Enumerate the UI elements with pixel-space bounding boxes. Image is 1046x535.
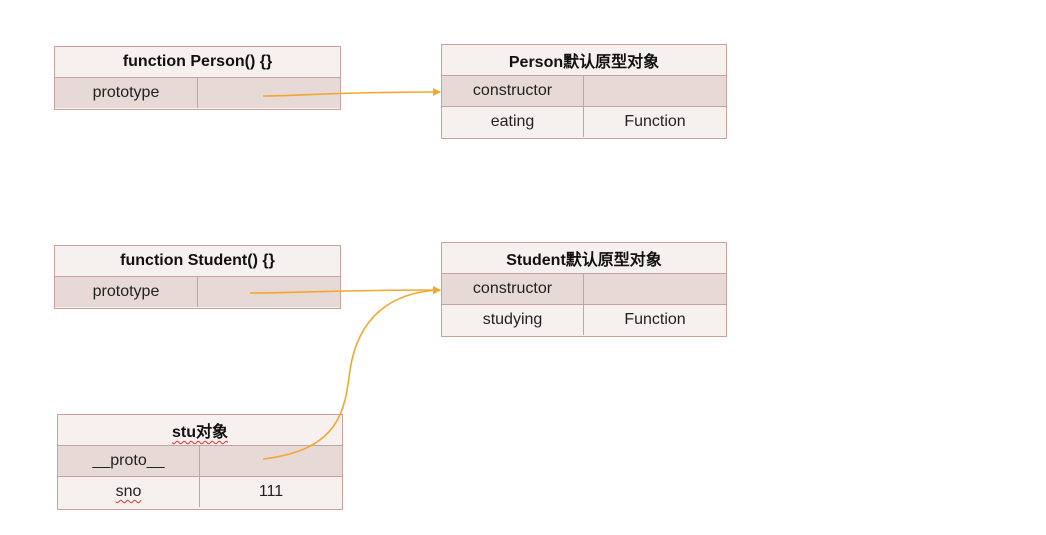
student-prototype-object-box: Student默认原型对象 constructor studying Funct… [441, 242, 727, 337]
student-proto-studying-key: studying [442, 305, 584, 335]
diagram-canvas: function Person() {} prototype Person默认原… [0, 0, 1046, 535]
person-prototype-key: prototype [55, 78, 198, 108]
stu-object-title-text: stu对象 [171, 424, 228, 441]
person-proto-eating-value: Function [584, 107, 726, 137]
person-prototype-value [198, 78, 340, 108]
student-proto-studying-value: Function [584, 305, 726, 335]
student-function-box: function Student() {} prototype [54, 245, 341, 309]
student-proto-constructor-value [584, 274, 726, 304]
student-prototype-object-title: Student默认原型对象 [442, 243, 726, 273]
stu-sno-value: 111 [200, 477, 342, 507]
stu-object-title: stu对象 [58, 415, 342, 445]
student-prototype-value [198, 277, 340, 307]
person-prototype-object-title: Person默认原型对象 [442, 45, 726, 75]
person-proto-constructor-value [584, 76, 726, 106]
stu-proto-key: __proto__ [58, 446, 200, 476]
stu-sno-key: sno [58, 477, 200, 507]
student-function-title: function Student() {} [55, 246, 340, 276]
person-function-box: function Person() {} prototype [54, 46, 341, 110]
stu-object-box: stu对象 __proto__ sno 111 [57, 414, 343, 510]
person-prototype-object-box: Person默认原型对象 constructor eating Function [441, 44, 727, 139]
student-proto-constructor-key: constructor [442, 274, 584, 304]
person-proto-constructor-key: constructor [442, 76, 584, 106]
stu-proto-value [200, 446, 342, 476]
stu-sno-key-text: sno [115, 483, 142, 500]
person-proto-eating-key: eating [442, 107, 584, 137]
person-function-title: function Person() {} [55, 47, 340, 77]
student-prototype-key: prototype [55, 277, 198, 307]
